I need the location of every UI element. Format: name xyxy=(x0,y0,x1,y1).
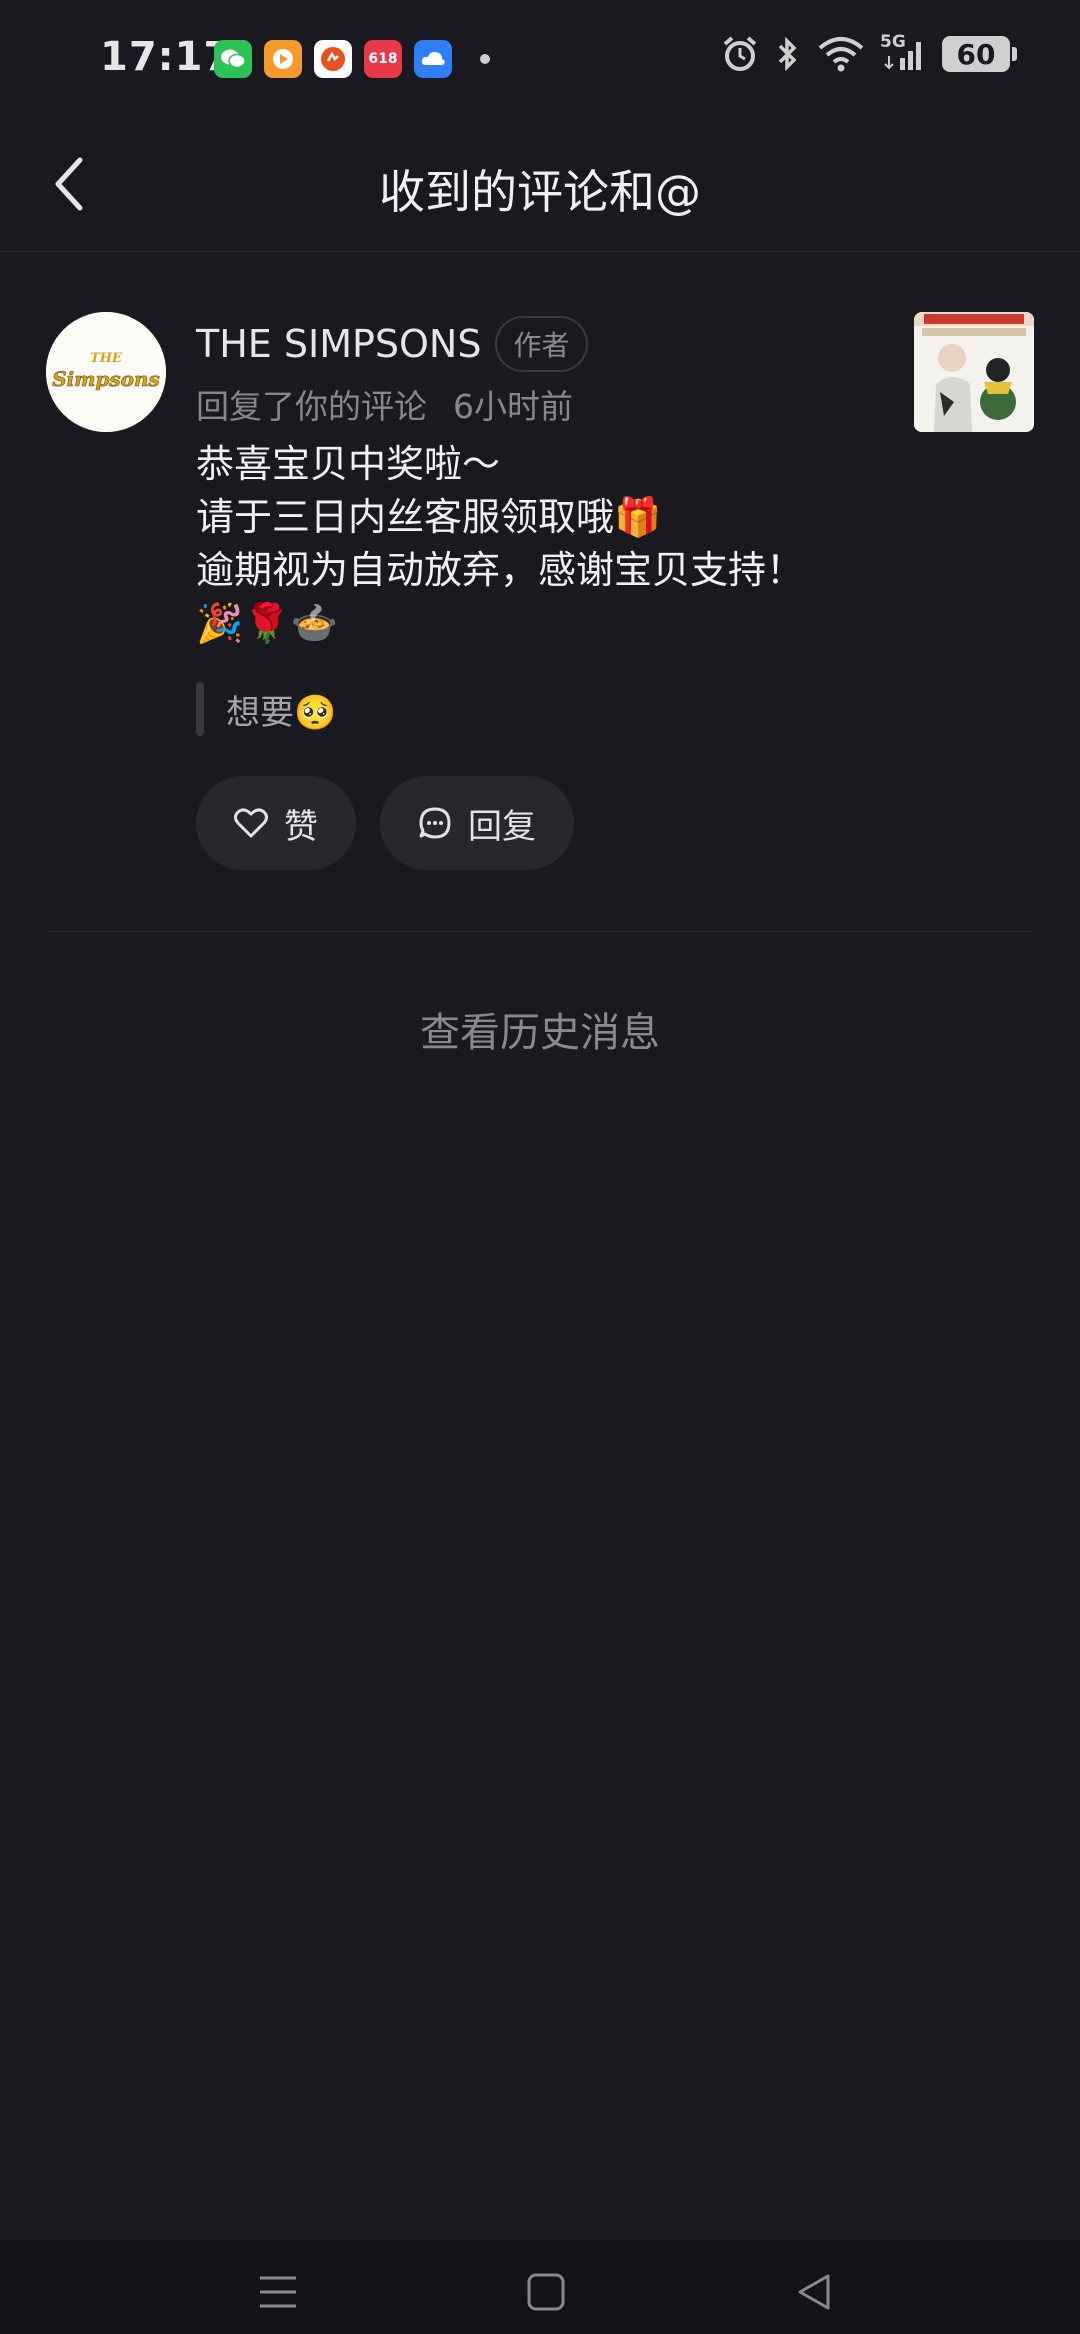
video-app-icon xyxy=(264,40,302,78)
view-history-link[interactable]: 查看历史消息 xyxy=(0,1000,1080,1058)
comment-bubble-icon xyxy=(419,807,451,839)
post-thumbnail[interactable] xyxy=(914,312,1034,432)
promo-618-app-icon: 618 xyxy=(364,40,402,78)
post-thumbnail-image xyxy=(914,312,1034,432)
username-row: THE SIMPSONS 作者 xyxy=(196,316,588,372)
triangle-back-icon xyxy=(798,2274,830,2310)
more-notifications-dot xyxy=(480,54,490,64)
reply-label: 回复 xyxy=(468,806,536,847)
message-item[interactable]: THE Simpsons THE SIMPSONS 作者 回复了你的评论 6小时… xyxy=(0,252,1080,932)
page-title: 收到的评论和@ xyxy=(379,165,701,219)
action-buttons: 赞 回复 xyxy=(196,776,574,870)
comment-line: 请于三日内丝客服领取哦🎁 xyxy=(196,495,662,539)
svg-text:Simpsons: Simpsons xyxy=(52,367,160,391)
quote-bar xyxy=(196,682,204,736)
username[interactable]: THE SIMPSONS xyxy=(196,322,481,366)
avatar[interactable]: THE Simpsons xyxy=(46,312,166,432)
comment-line: 恭喜宝贝中奖啦～ xyxy=(196,442,501,486)
comment-emoji-line: 🎉🌹🍲 xyxy=(196,601,338,645)
wechat-icon xyxy=(214,40,252,78)
menu-icon xyxy=(260,2276,296,2308)
shopping-app-icon xyxy=(314,40,352,78)
bluetooth-icon xyxy=(778,36,797,72)
alarm-icon xyxy=(723,36,757,71)
square-icon xyxy=(527,2273,565,2311)
author-badge: 作者 xyxy=(495,316,588,372)
page: 17:17 618 5G 60 收到的评论和@ THE Simpsons THE… xyxy=(0,0,1080,2334)
timestamp: 6小时前 xyxy=(453,387,573,426)
comment-body: 恭喜宝贝中奖啦～ 请于三日内丝客服领取哦🎁 逾期视为自动放弃，感谢宝贝支持！ 🎉… xyxy=(196,438,804,650)
home-button[interactable] xyxy=(516,2262,576,2322)
svg-text:THE: THE xyxy=(90,351,123,366)
reply-button[interactable]: 回复 xyxy=(380,776,574,870)
quoted-comment-text: 想要🥺 xyxy=(226,692,337,733)
status-time: 17:17 xyxy=(100,34,233,80)
comment-line: 逾期视为自动放弃，感谢宝贝支持！ xyxy=(196,548,805,592)
notification-icons: 618 xyxy=(214,40,490,78)
system-icons: 5G 60 xyxy=(720,32,1017,74)
recent-apps-button[interactable] xyxy=(248,2262,308,2322)
divider xyxy=(46,931,1034,932)
battery-icon: 60 xyxy=(942,36,1017,72)
action-text: 回复了你的评论 xyxy=(196,387,427,426)
back-nav-button[interactable] xyxy=(784,2262,844,2322)
status-bar: 17:17 618 5G 60 xyxy=(0,0,1080,118)
promo-618-label: 618 xyxy=(368,51,398,67)
quoted-comment[interactable]: 想要🥺 xyxy=(196,682,336,736)
header: 收到的评论和@ xyxy=(0,118,1080,252)
cellular-signal-icon: 5G xyxy=(880,32,928,74)
battery-level: 60 xyxy=(956,37,996,71)
wifi-icon xyxy=(818,37,864,72)
heart-icon xyxy=(234,808,268,838)
navigation-bar xyxy=(0,2240,1080,2334)
cloud-app-icon xyxy=(414,40,452,78)
like-button[interactable]: 赞 xyxy=(196,776,356,870)
simpsons-logo: THE Simpsons xyxy=(46,312,166,432)
like-label: 赞 xyxy=(284,806,318,847)
message-meta: 回复了你的评论 6小时前 xyxy=(196,380,573,428)
